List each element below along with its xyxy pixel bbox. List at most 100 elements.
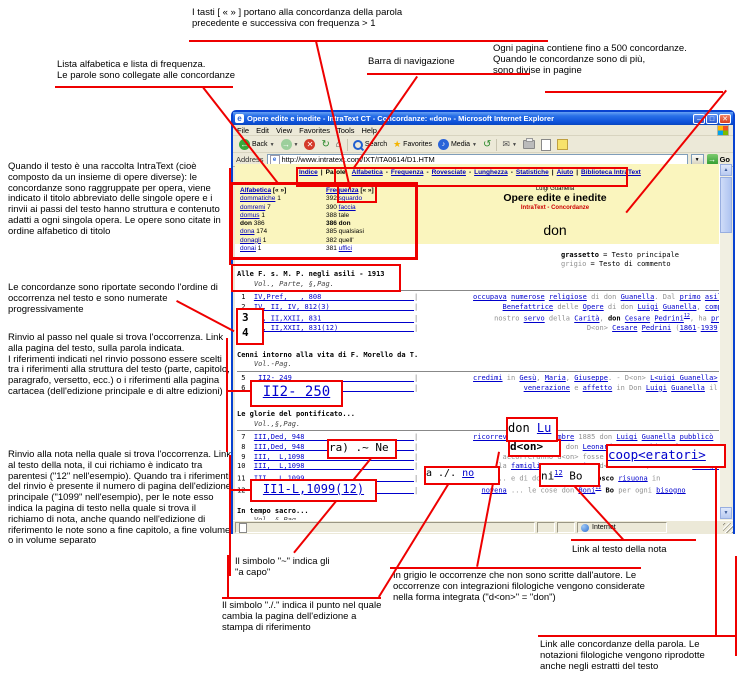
context-word-link[interactable]: Benefattrice <box>503 303 554 311</box>
overline-conc-link <box>538 635 736 637</box>
overline-grigio <box>390 567 641 569</box>
edit-button[interactable] <box>538 138 554 152</box>
row-number: 1 <box>237 293 245 301</box>
window-title: Opere edite e inedite - IntraText CT - C… <box>247 114 692 123</box>
context-word-link[interactable]: 1939 <box>701 324 718 332</box>
context-word-link[interactable]: Giuseppe <box>574 374 608 382</box>
menu-view[interactable]: View <box>276 126 292 135</box>
callout-nota-sup-link[interactable]: 12 <box>554 469 562 477</box>
media-dropdown-icon[interactable]: ▼ <box>472 142 477 148</box>
context-word-link[interactable]: affetto <box>583 384 613 392</box>
menu-edit[interactable]: Edit <box>256 126 269 135</box>
context-word-link[interactable]: L<uigi Guanella> <box>650 374 717 382</box>
context-word-link[interactable]: primo <box>680 293 701 301</box>
callout-nota-text: ni <box>541 470 554 483</box>
row-number: 7 <box>237 433 245 441</box>
row-pipe: | <box>414 303 422 311</box>
status-page-icon <box>239 523 247 533</box>
context-word-link[interactable]: Luigi <box>646 384 667 392</box>
callout-tilde: ra) .~ Ne <box>327 439 397 459</box>
underline-lista <box>55 86 233 88</box>
favorites-star-icon: ★ <box>393 139 401 150</box>
section-title: Le glorie del pontificato... <box>237 410 721 420</box>
row-pipe: | <box>414 443 422 451</box>
callout-coop-link[interactable]: coop<eratori> <box>608 447 706 462</box>
context-word-link[interactable]: Maria <box>545 374 566 382</box>
scrollbar-thumb[interactable] <box>720 177 732 233</box>
context-word-link[interactable]: Gesù <box>519 374 536 382</box>
forward-button[interactable]: →▼ <box>278 138 302 152</box>
context-word-link[interactable]: novena <box>481 486 506 494</box>
passage-ref-link[interactable]: IV,Pref, , 808 <box>254 293 414 301</box>
callout-number-3: 3 <box>242 311 249 324</box>
context-word-link[interactable]: religiose <box>549 293 587 301</box>
menu-help[interactable]: Help <box>362 126 377 135</box>
favorites-button[interactable]: ★Favorites <box>390 138 435 152</box>
scroll-up-icon[interactable]: ▲ <box>720 164 732 176</box>
context-word-link[interactable]: occupava <box>473 293 507 301</box>
media-button[interactable]: ♪Media▼ <box>435 138 480 152</box>
context-word-link[interactable]: Luigi <box>637 303 658 311</box>
callout-coop[interactable]: coop<eratori> <box>606 444 726 468</box>
context-word-link[interactable]: Guanella <box>642 433 676 441</box>
callout-dotslash-link[interactable]: no <box>462 468 474 479</box>
maximize-button[interactable]: □ <box>706 114 718 124</box>
context-word-link[interactable]: Opere <box>583 303 604 311</box>
status-zone-cell: Internet <box>577 522 667 533</box>
context-word-link[interactable]: bisogno <box>656 486 686 494</box>
history-icon: ↺ <box>483 139 491 150</box>
resize-grip[interactable] <box>723 523 733 533</box>
scroll-down-icon[interactable]: ▼ <box>720 507 732 519</box>
context-text: don <box>608 315 625 323</box>
callout-ref12-link[interactable]: II1-L,1099(12) <box>263 482 364 496</box>
context-text: ... le cose don <box>507 486 579 494</box>
context-word-link[interactable]: servo <box>524 315 545 323</box>
context-word-link[interactable]: Guanella <box>663 303 697 311</box>
callout-ref-row12[interactable]: II1-L,1099(12) <box>250 479 377 502</box>
mail-dropdown-icon[interactable]: ▼ <box>512 142 517 148</box>
passage-ref-link[interactable]: IV, II,XXII, 831 <box>254 315 414 323</box>
context-word-link[interactable]: Pedrini <box>654 315 684 323</box>
mail-button[interactable]: ✉▼ <box>499 138 520 152</box>
passage-ref-link[interactable]: IV, II,XXII, 831(12) <box>254 324 414 332</box>
print-button[interactable] <box>520 138 538 152</box>
context-word-link[interactable]: credimi <box>473 374 503 382</box>
refresh-button[interactable]: ↻ <box>318 138 332 152</box>
discuss-button[interactable] <box>554 138 571 152</box>
context-word-link[interactable]: Cesare <box>612 324 637 332</box>
callout-ref-row6[interactable]: II2- 250 <box>250 380 343 407</box>
context-word-link[interactable]: pubblicò <box>680 433 714 441</box>
passage-ref-link[interactable]: III, L,1098 <box>254 462 414 470</box>
context-word-link[interactable]: venerazione <box>524 384 570 392</box>
context-word-link[interactable]: Guanella <box>621 293 655 301</box>
toolbar-separator <box>496 139 497 151</box>
context-word-link[interactable]: 1861 <box>680 324 697 332</box>
passage-ref-link[interactable]: IV, II, IV, 812(3) <box>254 303 414 311</box>
callout-don-l: don Lu <box>506 417 558 442</box>
back-dropdown-icon[interactable]: ▼ <box>270 142 275 148</box>
callout-ref6-link[interactable]: II2- 250 <box>263 384 330 400</box>
context-word-link[interactable]: numerose <box>511 293 545 301</box>
context-word-link[interactable]: Pedrini <box>642 324 672 332</box>
context-word-link[interactable]: risuona <box>618 474 648 482</box>
context-word-link[interactable]: Cesare <box>625 315 650 323</box>
close-button[interactable]: ✕ <box>719 114 731 124</box>
menu-tools[interactable]: Tools <box>337 126 355 135</box>
row-pipe: | <box>414 486 422 494</box>
context-word-link[interactable]: Guanella <box>671 384 705 392</box>
stop-button[interactable]: ✕ <box>301 138 318 152</box>
callout-donl-link[interactable]: Lu <box>537 421 551 435</box>
menu-favorites[interactable]: Favorites <box>299 126 330 135</box>
row-pipe: | <box>414 293 422 301</box>
history-button[interactable]: ↺ <box>480 138 494 152</box>
annotation-passage-ref: Rinvio al passo nel quale si trova l'occ… <box>8 333 230 398</box>
context-text: di don <box>587 293 621 301</box>
context-text: , <box>696 303 704 311</box>
context-word-link[interactable]: Carità <box>574 315 599 323</box>
forward-dropdown-icon[interactable]: ▼ <box>294 142 299 148</box>
context-word-link[interactable]: Luigi <box>616 433 637 441</box>
context-text: delle <box>553 303 583 311</box>
context-text: in <box>503 374 520 382</box>
menu-bar: FileEditViewFavoritesToolsHelp <box>233 125 733 136</box>
title-bar[interactable]: Opere edite e inedite - IntraText CT - C… <box>233 112 733 125</box>
